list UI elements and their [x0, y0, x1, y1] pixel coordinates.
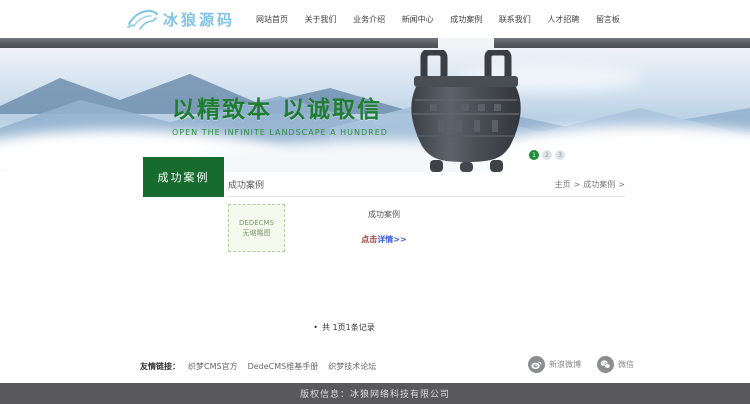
weibo-label: 新浪微博: [549, 360, 581, 369]
detail-link-suffix: 详情>>: [377, 235, 407, 244]
wechat-icon: [597, 356, 614, 373]
pagination: • 共 1页1条记录: [228, 322, 460, 333]
nav-item-home[interactable]: 网站首页: [256, 14, 288, 25]
friend-links-label: 友情链接：: [140, 362, 180, 371]
page: 冰狼源码 网站首页 关于我们 业务介绍 新闻中心 成功案例 联系我们 人才招聘 …: [0, 0, 750, 404]
main-nav: 网站首页 关于我们 业务介绍 新闻中心 成功案例 联系我们 人才招聘 留言板: [256, 0, 620, 38]
nav-item-cases[interactable]: 成功案例: [450, 14, 482, 25]
breadcrumb-separator: >: [573, 179, 581, 189]
copyright-bar: 版权信息：冰狼网络科技有限公司: [0, 383, 750, 404]
case-list-item[interactable]: DEDECMS 无缩略图 成功案例 点击详情>>: [228, 204, 483, 252]
content-header: 成功案例 主页 > 成功案例 >: [228, 174, 625, 194]
hero-slogan-en: OPEN THE INFINITE LANDSCAPE A HUNDRED: [172, 128, 388, 137]
copyright-text: 版权信息：冰狼网络科技有限公司: [299, 390, 450, 400]
breadcrumb-current-link[interactable]: 成功案例: [583, 179, 615, 190]
breadcrumb: 主页 > 成功案例 >: [555, 179, 625, 190]
site-header: 冰狼源码 网站首页 关于我们 业务介绍 新闻中心 成功案例 联系我们 人才招聘 …: [0, 0, 750, 38]
case-detail-link[interactable]: 点击详情>>: [361, 234, 406, 245]
carousel-dot-3[interactable]: 3: [555, 150, 565, 160]
social-links: 新浪微博 微信: [528, 356, 634, 373]
pagination-bullet: •: [313, 323, 318, 332]
nav-item-about[interactable]: 关于我们: [305, 14, 337, 25]
nav-item-services[interactable]: 业务介绍: [353, 14, 385, 25]
carousel-dot-2[interactable]: 2: [542, 150, 552, 160]
hero-caption: 以精致本 以诚取信 OPEN THE INFINITE LANDSCAPE A …: [172, 90, 388, 137]
hero-banner: 以精致本 以诚取信 OPEN THE INFINITE LANDSCAPE A …: [0, 48, 750, 172]
social-item-wechat[interactable]: 微信: [597, 356, 634, 373]
detail-link-prefix: 点击: [361, 235, 378, 244]
nav-item-guestbook[interactable]: 留言板: [596, 14, 620, 25]
breadcrumb-separator-2: >: [618, 179, 625, 189]
friend-link-dedecms-wiki[interactable]: DedeCMS维基手册: [248, 361, 319, 372]
bronze-vessel-image: [411, 50, 521, 172]
carousel-dot-1[interactable]: 1: [529, 150, 539, 160]
thumb-text-line1: DEDECMS: [239, 218, 274, 227]
wolf-logo-icon: [127, 9, 158, 30]
social-item-weibo[interactable]: 新浪微博: [528, 356, 581, 373]
friend-link-dedecms-official[interactable]: 织梦CMS官方: [188, 361, 238, 372]
nav-divider-bar: [0, 38, 750, 48]
content-divider: [228, 196, 625, 197]
case-thumbnail-placeholder[interactable]: DEDECMS 无缩略图: [228, 204, 285, 252]
breadcrumb-home-link[interactable]: 主页: [555, 179, 571, 190]
friend-link-dedecms-forum[interactable]: 织梦技术论坛: [328, 361, 376, 372]
weibo-icon: [528, 356, 545, 373]
nav-active-indicator: [438, 38, 494, 48]
hero-slogan: 以精致本 以诚取信: [172, 97, 383, 123]
brand-name: 冰狼源码: [163, 10, 236, 29]
page-title: 成功案例: [228, 180, 265, 191]
nav-item-jobs[interactable]: 人才招聘: [547, 14, 579, 25]
case-text-block: 成功案例 点击详情>>: [285, 204, 483, 252]
thumb-text-line2: 无缩略图: [242, 229, 271, 237]
carousel-dots: 1 2 3: [529, 150, 565, 160]
wechat-label: 微信: [618, 360, 634, 369]
case-title-link[interactable]: 成功案例: [368, 209, 400, 220]
brand-logo[interactable]: 冰狼源码: [126, 5, 235, 33]
pagination-record-count: 共 1页1条记录: [321, 323, 375, 332]
nav-item-news[interactable]: 新闻中心: [402, 14, 434, 25]
section-tab: 成功案例: [143, 157, 224, 197]
nav-item-contact[interactable]: 联系我们: [499, 14, 531, 25]
friend-links: 友情链接： 织梦CMS官方 DedeCMS维基手册 织梦技术论坛: [140, 361, 386, 372]
